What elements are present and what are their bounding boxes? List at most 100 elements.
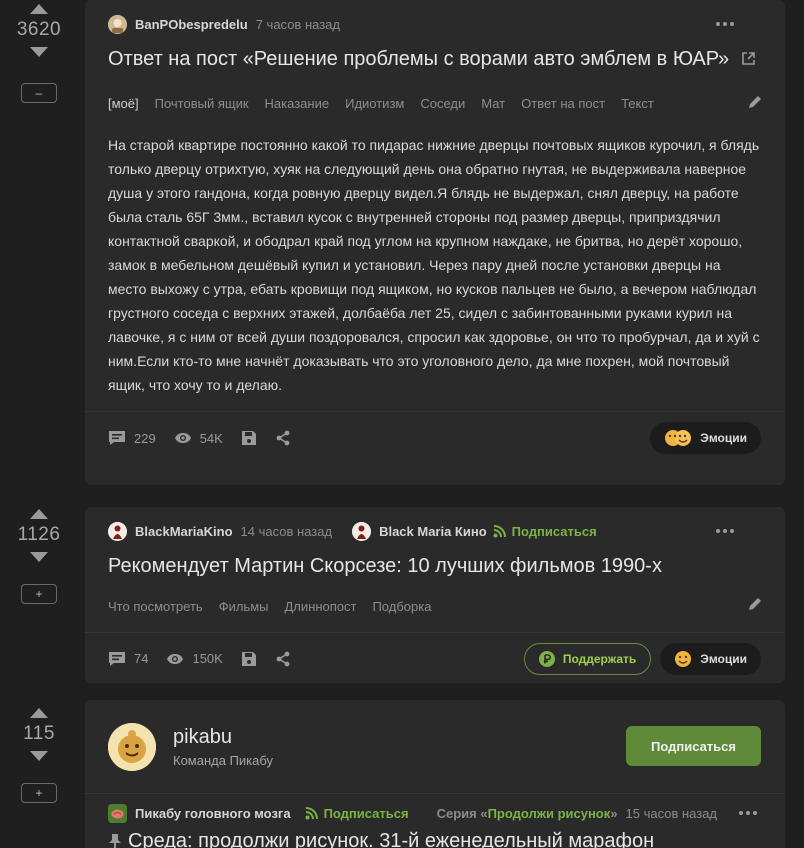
rss-icon (493, 524, 506, 537)
views-stat: 150K (166, 651, 223, 666)
pikabu-team-card: pikabu Команда Пикабу Подписаться Пикабу… (85, 700, 785, 848)
subscribe-button[interactable]: Подписаться (626, 726, 761, 766)
footer-actions: Поддержать Эмоции (523, 642, 761, 675)
upvote-arrow-icon[interactable] (30, 509, 48, 519)
series-link[interactable]: Серия «Продолжи рисунок» (437, 806, 618, 821)
tag[interactable]: Почтовый ящик (155, 96, 249, 111)
downvote-arrow-icon[interactable] (30, 751, 48, 761)
tag[interactable]: Идиотизм (345, 96, 404, 111)
post-title-text[interactable]: Среда: продолжи рисунок. 31-й еженедельн… (128, 830, 654, 848)
tag[interactable]: Что посмотреть (108, 599, 203, 614)
upvote-arrow-icon[interactable] (30, 708, 48, 718)
expand-button[interactable]: + (21, 584, 57, 604)
series-name: Продолжи рисунок (487, 805, 611, 821)
rss-icon (305, 806, 318, 819)
ruble-icon (538, 650, 555, 667)
author-avatar[interactable] (108, 521, 127, 541)
comment-icon (109, 651, 125, 666)
subscribe-link[interactable]: Подписаться (305, 806, 409, 821)
comment-icon (109, 431, 125, 446)
author-avatar[interactable] (108, 14, 127, 34)
eye-icon (174, 433, 191, 444)
tag[interactable]: Длиннопост (284, 599, 356, 614)
rating-block: 3620 – (0, 4, 78, 103)
post-title[interactable]: Ответ на пост «Решение проблемы с ворами… (108, 44, 762, 75)
share-button[interactable] (275, 651, 291, 667)
comments-stat[interactable]: 229 (108, 430, 156, 446)
rating-value: 3620 (16, 19, 62, 40)
tag[interactable]: Наказание (265, 96, 330, 111)
author-name[interactable]: BlackMariaKino (135, 524, 233, 539)
comment-count: 229 (134, 430, 156, 446)
community-name[interactable]: Black Maria Кино (379, 524, 487, 539)
emotions-label: Эмоции (700, 431, 747, 446)
pikabu-info: pikabu Команда Пикабу (173, 726, 273, 768)
share-icon (276, 430, 290, 446)
tag-mine[interactable]: [моё] (108, 96, 139, 111)
post-header: Пикабу головного мозга Подписаться Серия… (85, 794, 785, 832)
more-options-icon[interactable] (739, 811, 757, 815)
tag[interactable]: Подборка (372, 599, 431, 614)
rating-value: 1126 (17, 524, 61, 545)
rating-value: 115 (23, 723, 55, 744)
post-footer: 74 150K Поддержать Эмоции (85, 632, 785, 684)
tag-list: [моё] Почтовый ящик Наказание Идиотизм С… (108, 87, 762, 121)
tag[interactable]: Фильмы (219, 599, 269, 614)
save-button[interactable] (241, 430, 257, 446)
series-suffix: » (610, 805, 618, 821)
pikabu-subtitle: Команда Пикабу (173, 752, 274, 768)
comment-count: 74 (134, 651, 149, 666)
edit-tags-pencil-icon[interactable] (747, 597, 762, 615)
expand-button[interactable]: + (21, 783, 57, 803)
support-label: Поддержать (562, 651, 637, 666)
community-name[interactable]: Пикабу головного мозга (135, 806, 291, 821)
community-avatar[interactable] (352, 521, 372, 541)
views-stat: 54K (174, 431, 223, 446)
post-title[interactable]: Рекомендует Мартин Скорсезе: 10 лучших ф… (108, 551, 762, 581)
author-name[interactable]: BanPObespredelu (135, 17, 248, 32)
subscribe-label: Подписаться (323, 805, 409, 821)
community-avatar[interactable] (108, 803, 127, 823)
pikabu-name[interactable]: pikabu (173, 726, 273, 749)
emotions-label: Эмоции (700, 651, 747, 666)
tag-list: Что посмотреть Фильмы Длиннопост Подборк… (108, 589, 762, 623)
downvote-arrow-icon[interactable] (30, 47, 48, 57)
tag[interactable]: Текст (621, 96, 654, 111)
share-button[interactable] (275, 430, 291, 446)
emoji-face-icon (675, 650, 692, 667)
save-icon (241, 431, 256, 446)
footer-actions: Эмоции (650, 422, 761, 455)
save-button[interactable] (241, 651, 257, 667)
view-count: 54K (199, 430, 223, 446)
upvote-arrow-icon[interactable] (30, 4, 48, 14)
support-button[interactable]: Поддержать (523, 642, 652, 675)
comments-stat[interactable]: 74 (108, 651, 148, 667)
subscribe-label: Подписаться (511, 523, 597, 539)
post-title[interactable]: Среда: продолжи рисунок. 31-й еженедельн… (108, 830, 654, 848)
edit-tags-pencil-icon[interactable] (747, 95, 762, 113)
collapse-button[interactable]: – (21, 83, 57, 103)
subscribe-link[interactable]: Подписаться (493, 524, 597, 539)
series-prefix: Серия « (436, 805, 488, 821)
tag[interactable]: Мат (481, 96, 505, 111)
pikabu-team-header: pikabu Команда Пикабу Подписаться (85, 700, 785, 794)
post-card: BlackMariaKino 14 часов назад Black Mari… (85, 507, 785, 683)
post-card: BanPObespredelu 7 часов назад Ответ на п… (85, 0, 785, 485)
post-time: 15 часов назад (625, 805, 718, 821)
pin-icon (109, 833, 121, 848)
emotions-button[interactable]: Эмоции (650, 422, 761, 455)
more-options-icon[interactable] (716, 22, 734, 26)
more-options-icon[interactable] (716, 529, 734, 533)
post-footer: 229 54K Эмоции (85, 410, 785, 465)
tag[interactable]: Соседи (420, 96, 465, 111)
feed: 3620 – BanPObespredelu 7 часов назад Отв… (0, 0, 804, 848)
pikabu-avatar[interactable] (108, 722, 156, 771)
view-count: 150K (192, 651, 223, 666)
emotions-button[interactable]: Эмоции (660, 642, 761, 675)
post-header: BanPObespredelu 7 часов назад (108, 0, 762, 48)
post-title-text[interactable]: Ответ на пост «Решение проблемы с ворами… (108, 48, 729, 70)
post-text: На старой квартире постоянно какой то пи… (108, 136, 760, 393)
tag[interactable]: Ответ на пост (521, 96, 605, 111)
external-link-icon[interactable] (741, 45, 756, 75)
downvote-arrow-icon[interactable] (30, 552, 48, 562)
